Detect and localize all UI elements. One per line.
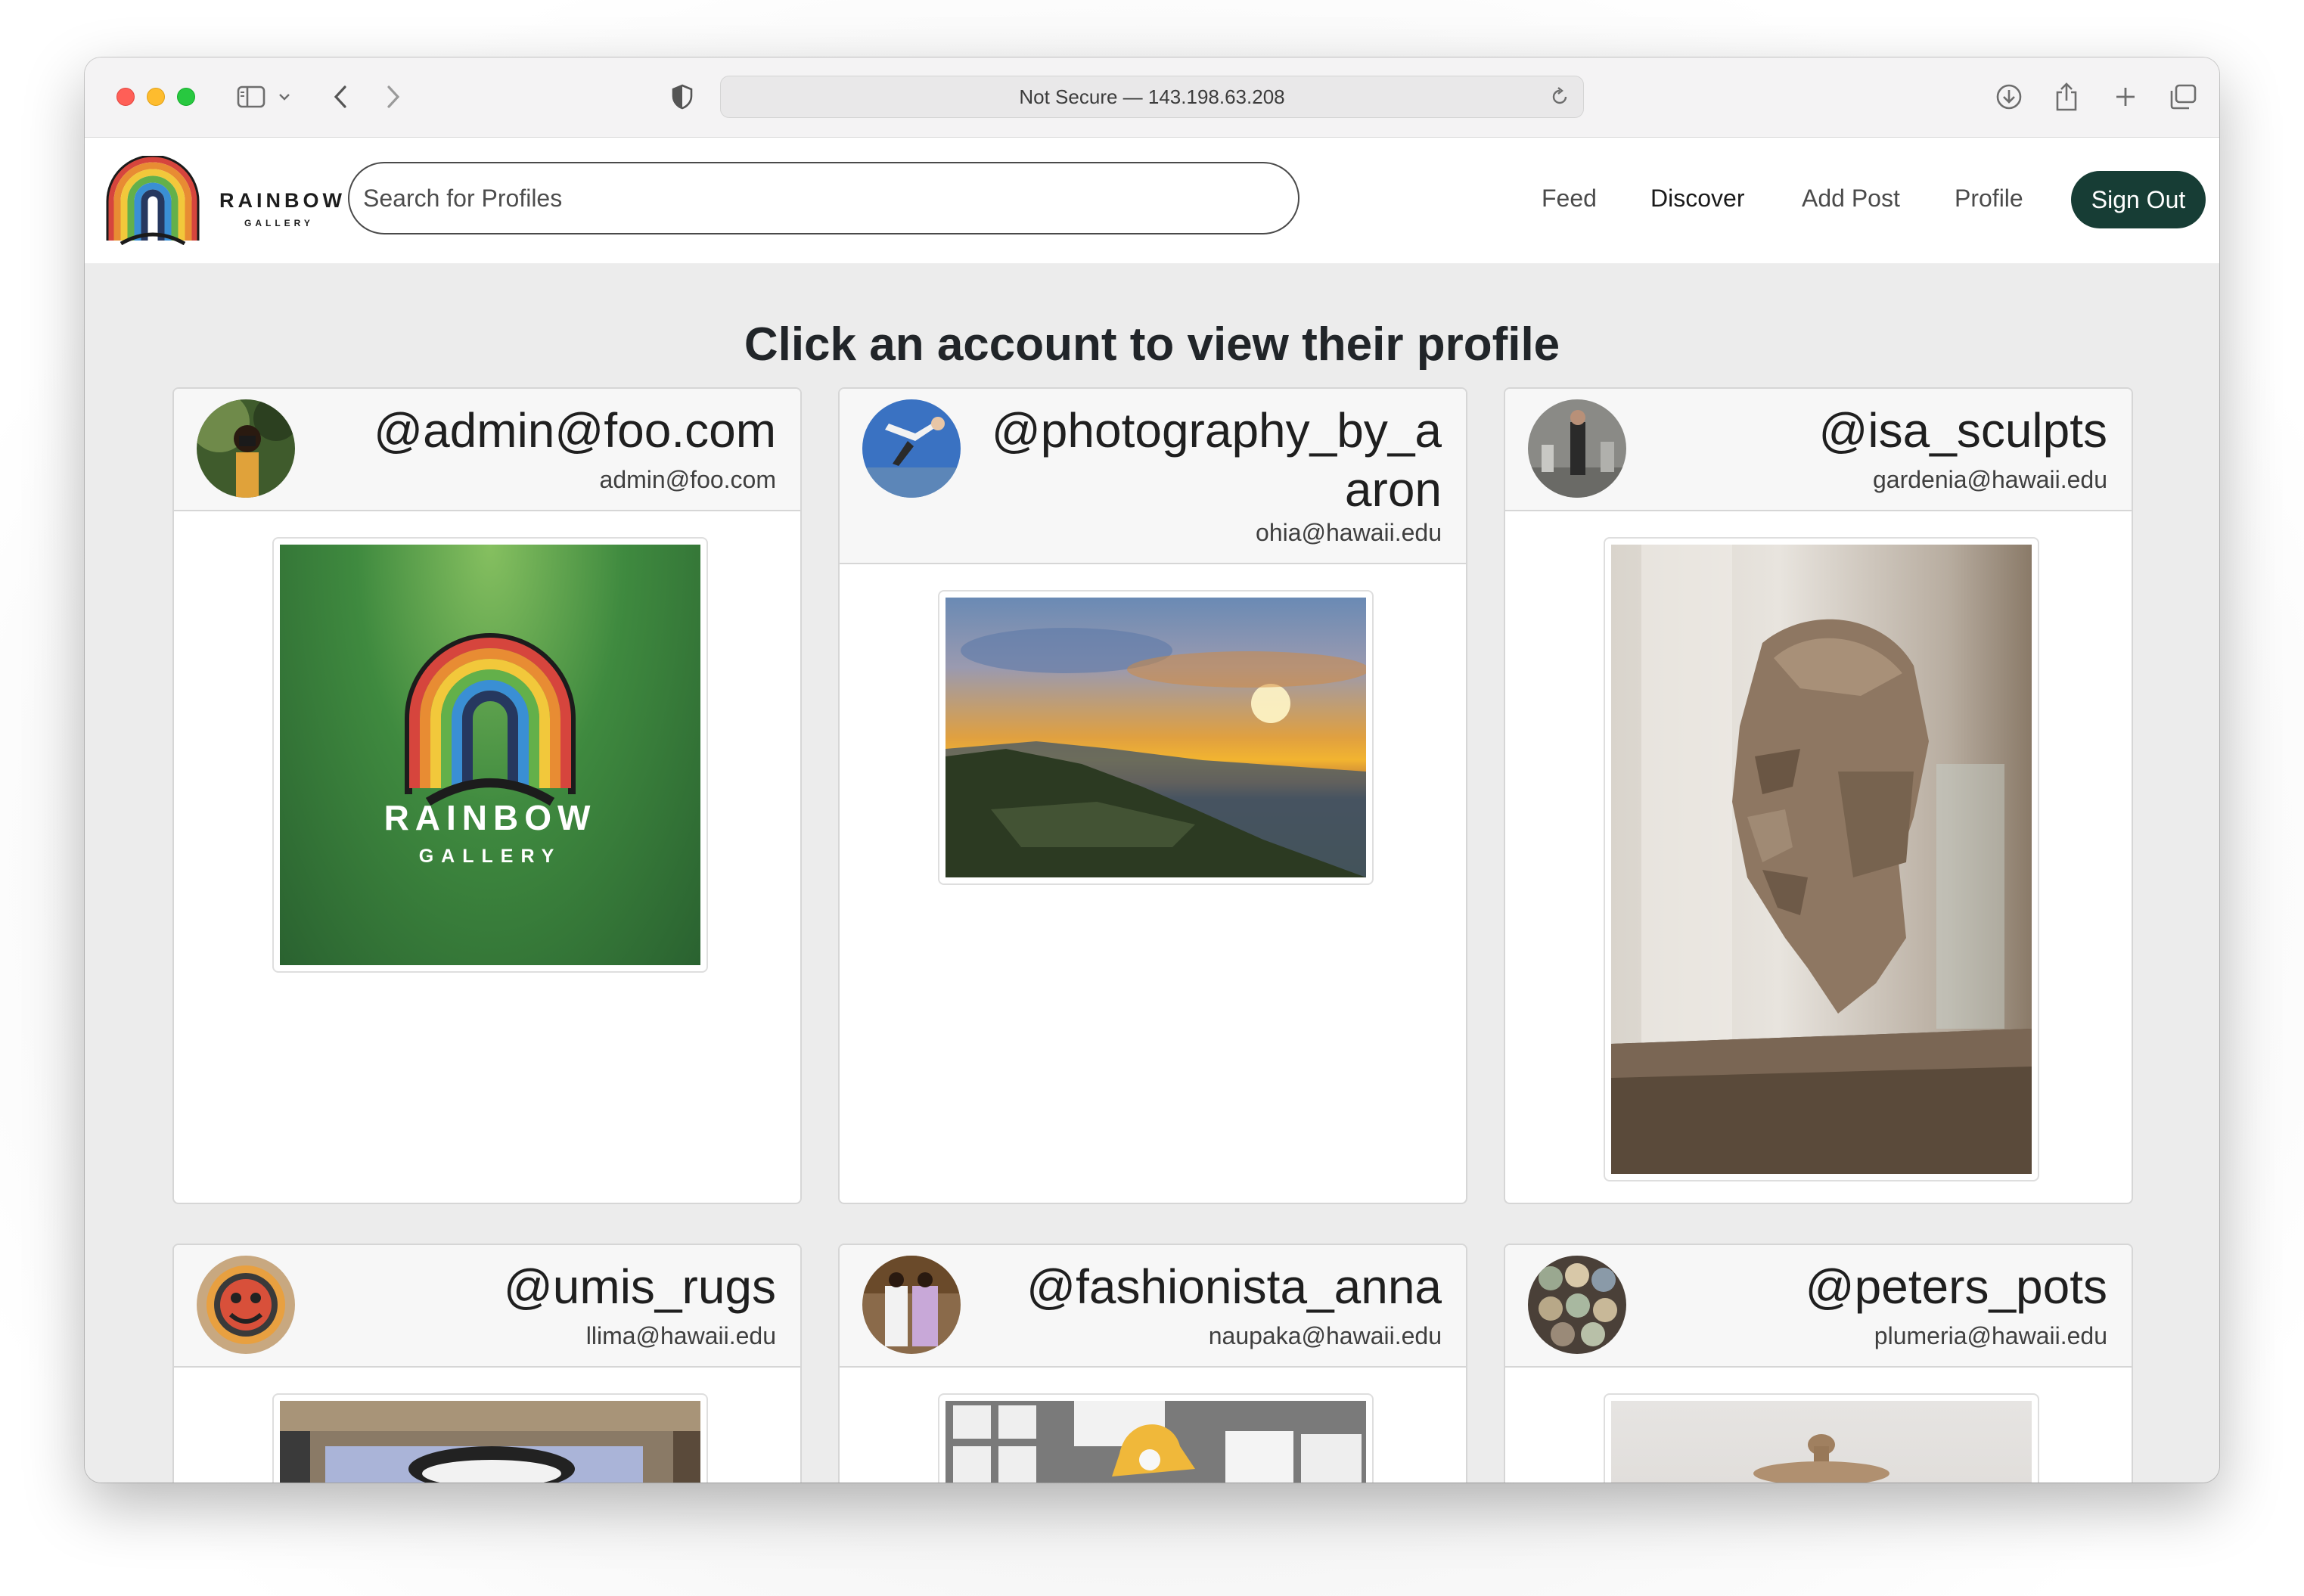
profile-handle[interactable]: @admin@foo.com [307,401,776,460]
browser-window: Not Secure — 143.198.63.208 RAINBOW GALL… [85,57,2219,1483]
profile-card-header[interactable]: @umis_rugs llima@hawaii.edu [174,1245,800,1368]
browser-toolbar: Not Secure — 143.198.63.208 [85,57,2219,138]
privacy-shield-icon[interactable] [667,79,697,115]
profile-email: naupaka@hawaii.edu [1208,1322,1442,1349]
rug-image [280,1401,700,1483]
post-thumbnail[interactable] [1604,1393,2039,1483]
sunset-coastline-image [946,598,1366,877]
profile-avatar[interactable] [862,1256,961,1354]
profile-avatar[interactable] [197,399,295,498]
profile-card-header[interactable]: @peters_pots plumeria@hawaii.edu [1505,1245,2132,1368]
forward-icon[interactable] [378,79,408,115]
downloads-icon[interactable] [1991,79,2027,115]
nav-link-discover[interactable]: Discover [1650,185,1744,213]
reload-icon[interactable] [1548,85,1571,113]
profile-email: plumeria@hawaii.edu [1874,1322,2107,1349]
profile-handle[interactable]: @fashionista_anna [973,1257,1442,1316]
profile-card-header[interactable]: @isa_sculpts gardenia@hawaii.edu [1505,389,2132,511]
profile-email: gardenia@hawaii.edu [1872,466,2107,493]
post-thumbnail[interactable] [1604,537,2039,1181]
logo-image-title: RAINBOW [383,798,597,837]
profile-avatar[interactable] [862,399,961,498]
address-bar[interactable]: Not Secure — 143.198.63.208 [720,76,1584,118]
fashion-sketches-image [946,1401,1366,1483]
profile-avatar[interactable] [1528,1256,1626,1354]
nav-link-profile[interactable]: Profile [1955,185,2023,213]
maximize-window-button[interactable] [177,88,195,106]
profile-card[interactable]: @photography_by_aaron ohia@hawaii.edu [838,387,1467,1204]
nav-link-add-post[interactable]: Add Post [1802,185,1900,213]
profile-handle[interactable]: @photography_by_aaron [973,401,1442,519]
profile-card[interactable]: @fashionista_anna naupaka@hawaii.edu [838,1244,1467,1483]
logo-title: RAINBOW [219,189,346,212]
logo-subtitle: GALLERY [244,218,314,228]
site-navbar: RAINBOW GALLERY Feed Discover Add Post P… [85,138,2219,263]
search-profiles-input[interactable] [348,162,1299,234]
close-window-button[interactable] [116,88,135,106]
profile-card[interactable]: @peters_pots plumeria@hawaii.edu [1504,1244,2133,1483]
profile-handle[interactable]: @isa_sculpts [1638,401,2107,460]
chevron-down-icon[interactable] [275,79,293,115]
profile-card[interactable]: @isa_sculpts gardenia@hawaii.edu [1504,387,2133,1204]
url-text: Not Secure — 143.198.63.208 [1019,85,1285,108]
page-heading: Click an account to view their profile [744,318,1560,371]
share-icon[interactable] [2048,79,2085,115]
tab-overview-icon[interactable] [2165,79,2201,115]
post-thumbnail[interactable]: RAINBOW GALLERY [272,537,708,973]
web-page: RAINBOW GALLERY Feed Discover Add Post P… [85,138,2219,1483]
profile-card[interactable]: @umis_rugs llima@hawaii.edu [172,1244,802,1483]
profile-email: ohia@hawaii.edu [1256,519,1442,546]
profile-handle[interactable]: @umis_rugs [307,1257,776,1316]
site-logo[interactable]: RAINBOW GALLERY [106,156,342,245]
rainbow-gallery-logo-image: RAINBOW GALLERY [280,545,700,965]
logo-image-subtitle: GALLERY [418,846,562,867]
sign-out-button[interactable]: Sign Out [2071,171,2206,228]
post-thumbnail[interactable] [272,1393,708,1483]
profile-avatar[interactable] [1528,399,1626,498]
profile-avatar[interactable] [197,1256,295,1354]
minimize-window-button[interactable] [147,88,165,106]
profile-email: llima@hawaii.edu [585,1322,776,1349]
profile-email: admin@foo.com [599,466,776,493]
profile-card-header[interactable]: @fashionista_anna naupaka@hawaii.edu [840,1245,1466,1368]
post-thumbnail[interactable] [938,1393,1374,1483]
ceramic-pot-image [1611,1401,2032,1483]
sidebar-icon[interactable] [233,79,269,115]
nav-link-feed[interactable]: Feed [1542,185,1597,213]
back-icon[interactable] [325,79,356,115]
new-tab-icon[interactable] [2107,79,2144,115]
post-thumbnail[interactable] [938,590,1374,885]
cardboard-head-sculpture-image [1611,545,2032,1174]
profile-card[interactable]: @admin@foo.com admin@foo.com RAINBOW GAL… [172,387,802,1204]
rainbow-logo-icon [106,156,200,245]
profile-card-header[interactable]: @photography_by_aaron ohia@hawaii.edu [840,389,1466,564]
profile-card-header[interactable]: @admin@foo.com admin@foo.com [174,389,800,511]
profile-handle[interactable]: @peters_pots [1638,1257,2107,1316]
